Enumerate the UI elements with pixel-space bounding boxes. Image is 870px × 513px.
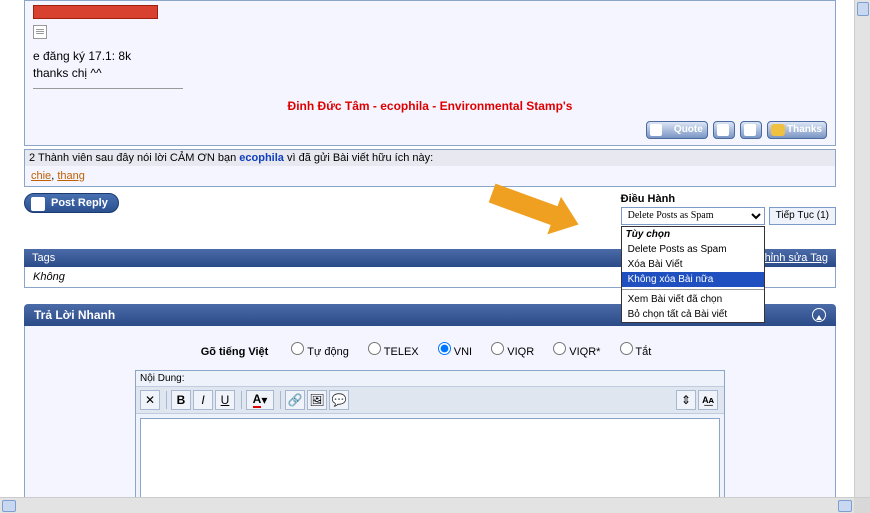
thanks-member-link[interactable]: chie [31,170,51,182]
switch-mode-button[interactable]: A͟ᴀ [698,390,718,410]
continue-button[interactable]: Tiếp Tục (1) [769,207,836,225]
color-button[interactable]: A ▾ [246,390,274,410]
document-icon [33,25,47,39]
bold-button[interactable]: B [171,390,191,410]
moderation-dropdown: Tùy chọn Delete Posts as Spam Xóa Bài Vi… [621,226,765,323]
quickreply-button[interactable] [740,121,762,139]
post-reply-button[interactable]: Post Reply [24,193,119,213]
vertical-scrollbar[interactable] [854,0,870,497]
editor-container: Nội Dung: ✕ B I U A ▾ 🔗 🖼 💬 ⇕ A͟ᴀ [135,370,725,513]
link-button[interactable]: 🔗 [285,390,305,410]
dropdown-item-highlighted[interactable]: Không xóa Bài nữa [622,272,764,287]
dropdown-separator [622,289,764,290]
typing-mode-row: Gõ tiếng Việt Tự động TELEX VNI VIQR VIQ… [35,336,825,370]
edit-tags-link[interactable]: Chỉnh sửa Tag [757,252,828,264]
typing-mode-option[interactable]: VIQR [491,346,534,358]
typing-mode-option[interactable]: VNI [438,346,472,358]
collapse-icon[interactable] [812,308,826,322]
thanks-button[interactable]: Thanks [767,121,827,139]
editor-toolbar: ✕ B I U A ▾ 🔗 🖼 💬 ⇕ A͟ᴀ [136,386,724,414]
expand-button[interactable]: ⇕ [676,390,696,410]
post-line: thanks chị ^^ [33,65,827,82]
dropdown-item[interactable]: Xem Bài viết đã chọn [622,292,764,307]
quickreply-title: Trả Lời Nhanh [34,308,115,322]
thanks-member-link[interactable]: thang [57,170,85,182]
tags-label: Tags [32,252,55,264]
underline-button[interactable]: U [215,390,235,410]
typing-mode-option[interactable]: Tự động [291,346,348,358]
typing-mode-option[interactable]: VIQR* [553,346,600,358]
thanks-header: 2 Thành viên sau đây nói lời CẢM ƠN bạn … [25,150,835,166]
quickreply-body: Gõ tiếng Việt Tự động TELEX VNI VIQR VIQ… [24,326,836,513]
post-container: e đăng ký 17.1: 8k thanks chị ^^ Đinh Đứ… [24,0,836,146]
typing-label: Gõ tiếng Việt [201,346,269,358]
post-body: e đăng ký 17.1: 8k thanks chị ^^ [33,48,827,82]
italic-button[interactable]: I [193,390,213,410]
image-placeholder [33,5,158,19]
dropdown-item[interactable]: Delete Posts as Spam [622,242,764,257]
multiquote-button[interactable] [713,121,735,139]
thanks-user-link[interactable]: ecophila [239,152,284,164]
typing-mode-option[interactable]: TELEX [368,346,419,358]
remove-format-icon[interactable]: ✕ [140,390,160,410]
moderation-select[interactable]: Delete Posts as Spam [621,207,765,225]
dropdown-header: Tùy chọn [622,227,764,242]
signature-text: Đinh Đức Tâm - ecophila - Environmental … [33,99,827,113]
quote-wrap-button[interactable]: 💬 [329,390,349,410]
moderation-label: Điều Hành [621,193,836,205]
horizontal-scrollbar[interactable] [0,497,870,513]
content-label: Nội Dung: [136,371,724,386]
thanks-box: 2 Thành viên sau đây nói lời CẢM ƠN bạn … [24,149,836,187]
signature-divider [33,88,183,89]
dropdown-item[interactable]: Xóa Bài Viết [622,257,764,272]
post-line: e đăng ký 17.1: 8k [33,48,827,65]
image-button[interactable]: 🖼 [307,390,327,410]
quote-button[interactable]: Quote [646,121,708,139]
dropdown-item[interactable]: Bỏ chọn tất cả Bài viết [622,307,764,322]
typing-mode-option[interactable]: Tắt [620,346,652,358]
